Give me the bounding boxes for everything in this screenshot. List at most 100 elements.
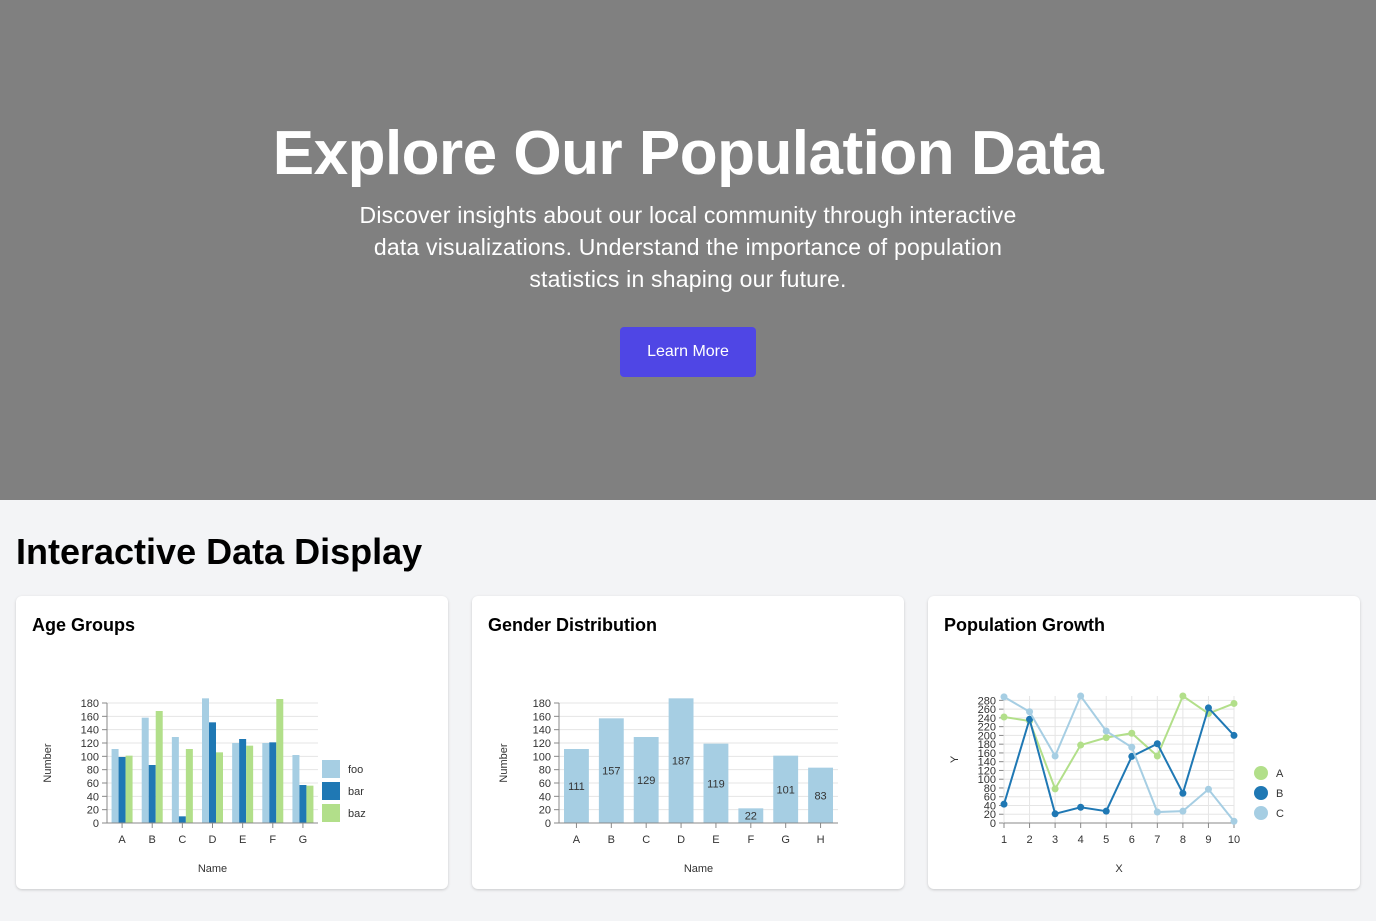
x-tick-label: D xyxy=(209,834,217,846)
point-C-4 xyxy=(1077,692,1085,700)
x-tick-label: 5 xyxy=(1103,834,1109,846)
x-axis-label: Name xyxy=(198,863,227,875)
age-groups-card: Age Groups 0 20 40 60 80 100 120 140 160 180 Numbe… xyxy=(16,596,448,889)
bar-foo-C xyxy=(171,737,179,823)
y-tick-label: 60 xyxy=(87,778,99,790)
legend-label-foo: foo xyxy=(348,764,363,776)
data-label-H: 83 xyxy=(814,790,826,802)
point-C-2 xyxy=(1026,708,1034,716)
x-tick-label: D xyxy=(677,834,685,846)
y-axis-label: Y xyxy=(949,755,961,763)
legend-swatch-B xyxy=(1254,786,1268,800)
data-label-A: 111 xyxy=(568,781,585,793)
y-tick-label: 20 xyxy=(87,805,99,817)
point-A-1 xyxy=(1000,713,1008,721)
bar-baz-D xyxy=(216,752,223,823)
point-A-6 xyxy=(1128,729,1136,737)
bar-bar-E xyxy=(239,739,247,823)
y-axis-label: Number xyxy=(42,743,54,782)
learn-more-button[interactable]: Learn More xyxy=(620,327,756,377)
point-C-7 xyxy=(1153,808,1161,816)
x-tick-label: 8 xyxy=(1180,834,1186,846)
hero-banner: Explore Our Population Data Discover ins… xyxy=(0,0,1376,500)
point-A-8 xyxy=(1179,692,1187,700)
bar-bar-C xyxy=(178,816,186,823)
x-tick-label: E xyxy=(712,834,719,846)
bar-foo-E xyxy=(232,743,240,823)
legend-swatch-C xyxy=(1254,806,1268,820)
y-tick-label: 40 xyxy=(539,791,551,803)
bar-baz-A xyxy=(125,755,133,823)
bar-baz-B xyxy=(155,711,163,823)
bar-foo-B xyxy=(141,717,149,823)
legend-label-A: A xyxy=(1276,768,1284,780)
point-B-3 xyxy=(1051,810,1059,818)
y-axis-label: Number xyxy=(498,743,510,782)
y-tick-label: 280 xyxy=(978,695,996,707)
data-label-G: 101 xyxy=(777,784,795,796)
legend-swatch-A xyxy=(1254,766,1268,780)
data-label-E: 119 xyxy=(707,778,725,790)
legend-swatch-foo xyxy=(322,760,340,778)
data-label-F: 22 xyxy=(745,811,757,823)
point-C-1 xyxy=(1000,693,1008,701)
legend-swatch-bar xyxy=(322,782,340,800)
data-label-D: 187 xyxy=(672,756,690,768)
x-tick-label: F xyxy=(269,834,276,846)
bar-foo-F xyxy=(262,743,270,823)
y-tick-label: 100 xyxy=(81,751,99,763)
legend-label-baz: baz xyxy=(348,808,366,820)
point-B-7 xyxy=(1153,740,1161,748)
y-tick-label: 180 xyxy=(81,698,99,710)
y-tick-label: 80 xyxy=(87,765,99,777)
x-tick-label: E xyxy=(239,834,246,846)
bar-bar-A xyxy=(118,757,126,823)
x-tick-label: A xyxy=(573,834,581,846)
x-tick-label: F xyxy=(747,834,754,846)
point-C-10 xyxy=(1230,817,1238,825)
x-tick-label: C xyxy=(178,834,186,846)
bar-baz-G xyxy=(306,785,314,823)
x-axis-label: Name xyxy=(684,863,713,875)
bar-foo-G xyxy=(292,755,300,823)
x-tick-label: 6 xyxy=(1129,834,1135,846)
section-title: Interactive Data Display xyxy=(16,531,423,572)
point-A-7 xyxy=(1153,752,1161,760)
y-tick-label: 40 xyxy=(87,791,99,803)
x-tick-label: 1 xyxy=(1001,834,1007,846)
population-growth-card: Population Growth 0 20 40 60 80 100 120 140 160 1… xyxy=(928,596,1360,889)
y-tick-label: 140 xyxy=(533,725,551,737)
y-tick-label: 180 xyxy=(533,698,551,710)
bar-baz-C xyxy=(185,749,193,823)
legend-label-bar: bar xyxy=(348,786,364,798)
point-C-3 xyxy=(1051,752,1059,760)
y-tick-label: 20 xyxy=(539,805,551,817)
x-tick-label: B xyxy=(149,834,156,846)
bar-bar-D xyxy=(209,722,216,823)
point-A-10 xyxy=(1230,699,1238,707)
y-tick-label: 60 xyxy=(539,778,551,790)
y-tick-label: 0 xyxy=(93,818,99,830)
point-A-3 xyxy=(1051,785,1059,793)
gender-distribution-card: Gender Distribution 0 20 40 60 80 100 120 140 16… xyxy=(472,596,904,889)
x-tick-label: G xyxy=(781,834,790,846)
point-C-5 xyxy=(1102,727,1110,735)
bar-bar-B xyxy=(148,765,156,823)
data-label-C: 129 xyxy=(637,775,655,787)
x-tick-label: 9 xyxy=(1205,834,1211,846)
bar-foo-D xyxy=(202,698,209,823)
point-C-9 xyxy=(1204,785,1212,793)
point-B-4 xyxy=(1077,803,1085,811)
series-line-A xyxy=(1003,694,1235,792)
bar-foo-A xyxy=(111,749,119,823)
point-A-5 xyxy=(1102,734,1110,742)
age-groups-chart: 020 406080 100120140 160180 Number Name A B C D E F… xyxy=(42,698,366,875)
legend-swatch-baz xyxy=(322,804,340,822)
y-tick-label: 140 xyxy=(81,725,99,737)
y-tick-label: 120 xyxy=(533,738,551,750)
point-B-5 xyxy=(1102,807,1110,815)
data-label-B: 157 xyxy=(602,766,620,778)
bar-bar-F xyxy=(269,742,277,823)
y-tick-label: 0 xyxy=(545,818,551,830)
point-B-1 xyxy=(1000,800,1008,808)
